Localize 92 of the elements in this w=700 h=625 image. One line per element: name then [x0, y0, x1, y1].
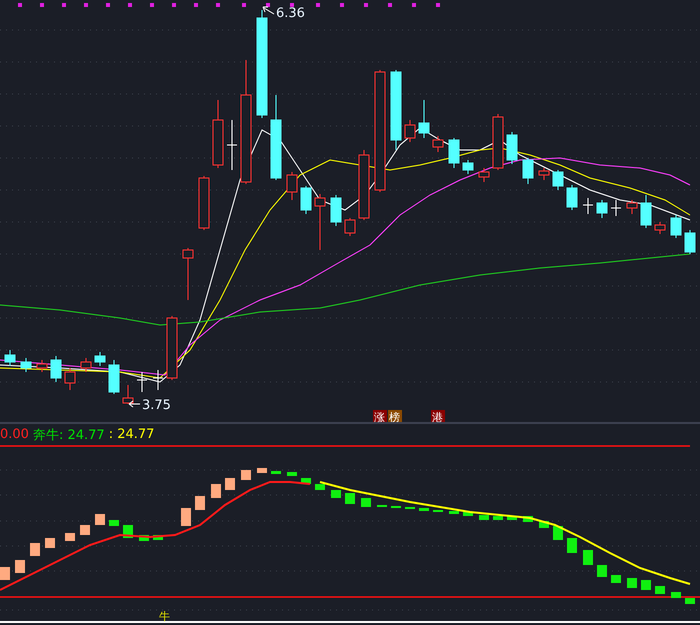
- indicator-bar: [181, 508, 191, 526]
- indicator-bar: [257, 468, 267, 473]
- indicator-bar: [685, 598, 695, 604]
- indicator-bar: [30, 543, 40, 556]
- candlestick: [166, 316, 178, 380]
- candlestick: [50, 356, 62, 382]
- candlestick: [314, 194, 326, 250]
- candlestick: [566, 184, 578, 210]
- indicator-bar: [597, 565, 607, 577]
- candlestick: [492, 114, 504, 170]
- candlestick: [626, 200, 638, 214]
- indicator-bar: [225, 478, 235, 490]
- indicator-bar: [65, 533, 75, 541]
- indicator-bar: [287, 472, 297, 476]
- candlestick: [418, 100, 430, 138]
- indicator-bar: [153, 535, 163, 540]
- indicator-bar: [611, 575, 621, 583]
- indicator-bar: [345, 493, 355, 504]
- indicator-bar: [45, 538, 55, 548]
- bull-marker: 牛: [159, 610, 170, 623]
- candlestick: [344, 218, 356, 236]
- indicator-bar: [241, 470, 251, 480]
- indicator-bar: [627, 578, 637, 588]
- candlestick: [610, 200, 622, 216]
- indicator-bar: [211, 484, 221, 498]
- candlestick: [182, 248, 194, 300]
- indicator-bar: [315, 484, 325, 490]
- candlestick: [448, 138, 460, 168]
- indicator-value: 0.00: [0, 427, 29, 442]
- candlestick: [596, 200, 608, 218]
- candlestick: [4, 350, 16, 366]
- indicator-bar: [405, 507, 415, 509]
- candlestick: [654, 222, 666, 234]
- indicator-bar: [449, 511, 459, 514]
- indicator-bar: [493, 516, 503, 520]
- indicator-bar: [507, 516, 517, 520]
- candlestick: [522, 158, 534, 184]
- candlestick: [670, 214, 682, 238]
- candlestick: [582, 198, 594, 214]
- candlestick: [36, 360, 48, 372]
- candlestick: [64, 368, 76, 390]
- candlestick: [152, 370, 164, 390]
- indicator-value: 奔牛: 24.77: [32, 426, 105, 444]
- indicator-bar: [80, 525, 90, 535]
- high-price-label: 6.36: [276, 6, 305, 21]
- candlestick: [80, 358, 92, 372]
- candlestick: [358, 150, 370, 220]
- candlestick: [300, 186, 312, 214]
- indicator-bar: [641, 580, 651, 590]
- candlestick: [198, 176, 210, 230]
- candlestick: [432, 136, 444, 152]
- indicator-bar: [15, 560, 25, 573]
- candlestick: [136, 372, 148, 392]
- indicator-bar: [109, 520, 119, 526]
- candlestick: [538, 168, 550, 180]
- candlestick: [640, 194, 652, 228]
- candlestick: [330, 194, 342, 226]
- indicator-bar: [331, 490, 341, 498]
- indicator-bar: [479, 515, 489, 520]
- indicator-value: : 24.77: [108, 427, 154, 442]
- candlestick: [94, 352, 106, 366]
- candlestick: [506, 132, 518, 164]
- indicator-bar: [433, 510, 443, 512]
- candlestick: [20, 358, 32, 372]
- candlestick: [552, 170, 564, 190]
- indicator-bar: [95, 514, 105, 525]
- candlestick: [684, 230, 696, 254]
- indicator-bar: [463, 512, 473, 516]
- candlestick: [108, 360, 120, 394]
- tag-badge: 港: [431, 410, 445, 422]
- indicator-bar: [553, 526, 563, 540]
- indicator-bar: [419, 508, 429, 511]
- candlestick: [478, 168, 490, 182]
- indicator-bar: [377, 505, 387, 507]
- candlestick: [212, 100, 224, 168]
- candlestick: [286, 172, 298, 200]
- indicator-bar: [655, 586, 665, 594]
- indicator-bar: [195, 496, 205, 510]
- candlestick: [226, 120, 238, 170]
- indicator-bar: [671, 592, 681, 598]
- indicator-bar: [567, 538, 577, 553]
- indicator-bar: [271, 471, 281, 474]
- candlestick: [462, 160, 474, 174]
- indicator-bar: [391, 506, 401, 508]
- low-pointer-arrow: [128, 400, 140, 408]
- high-pointer-arrow: [262, 6, 274, 14]
- indicator-bar: [583, 550, 593, 565]
- indicator-bar: [0, 567, 10, 580]
- low-price-label: 3.75: [142, 398, 171, 413]
- candlestick: [122, 384, 134, 404]
- candlestick: [404, 120, 416, 142]
- indicator-bar: [361, 498, 371, 507]
